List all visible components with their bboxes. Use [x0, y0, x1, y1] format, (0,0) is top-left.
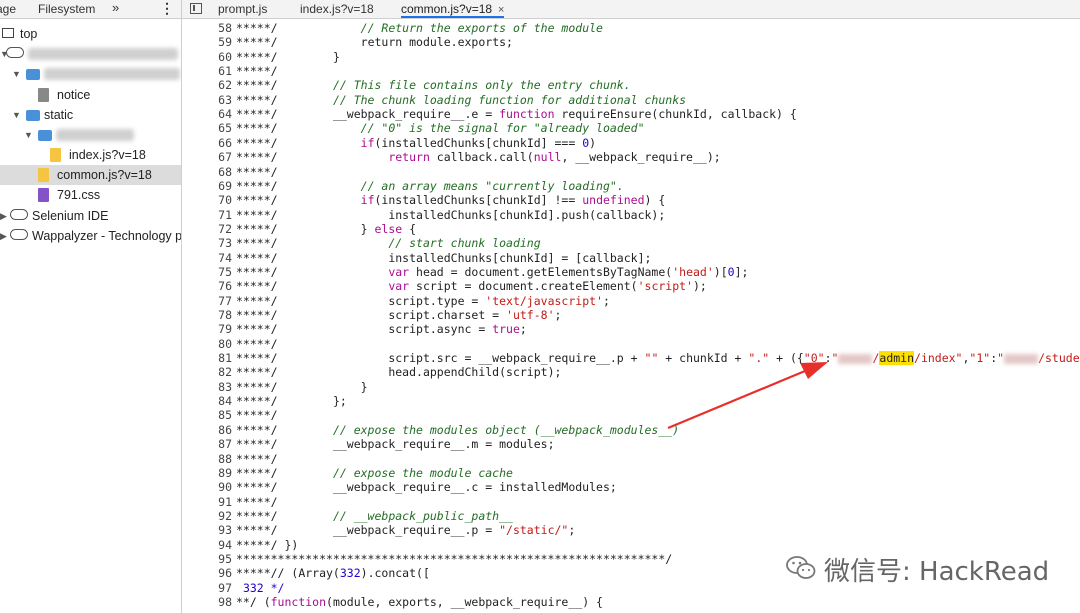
arrow-shaft [667, 369, 806, 430]
arrow-head [800, 362, 828, 379]
red-annotation-arrow [667, 362, 828, 430]
wechat-icon [786, 556, 816, 579]
watermark-text: 微信号: HackRead [824, 557, 1050, 587]
